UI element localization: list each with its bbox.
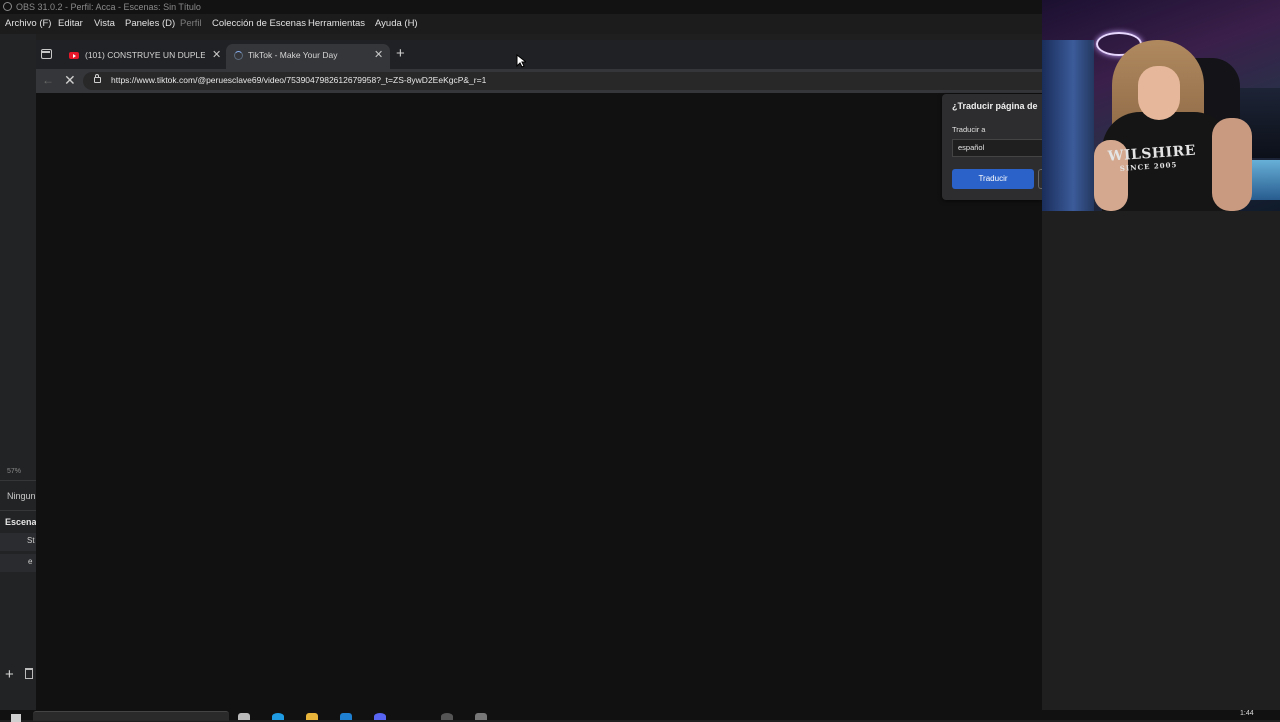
obs-logo-icon [3, 2, 12, 11]
person-arm-tattooed [1212, 118, 1252, 211]
browser-toolbar: ← ✕ https://www.tiktok.com/@peruesclave6… [36, 69, 1042, 93]
menu-perfil[interactable]: Perfil [180, 14, 202, 34]
youtube-icon [69, 52, 79, 59]
menu-ayuda[interactable]: Ayuda (H) [375, 14, 418, 34]
app-icon[interactable] [475, 713, 487, 720]
preview-zoom-label: 57% [7, 468, 22, 475]
page-content-area[interactable] [36, 93, 1042, 720]
task-view-icon[interactable] [238, 713, 250, 720]
remove-scene-icon[interactable] [25, 668, 33, 679]
scene-list-item[interactable]: e [0, 554, 36, 572]
clock-time: 1:44 [1240, 710, 1254, 717]
add-scene-button[interactable]: + [5, 667, 14, 682]
close-tab-icon[interactable]: ✕ [374, 48, 383, 61]
scene-list-item[interactable]: St [0, 533, 36, 551]
language-select[interactable]: español [952, 139, 1042, 157]
scene-item-label: e [28, 557, 33, 566]
divider [0, 480, 36, 481]
new-tab-icon[interactable]: + [396, 46, 405, 61]
browser-window: (101) CONSTRUYE UN DUPLEX EN ✕ TikTok - … [36, 40, 1042, 720]
edge-icon[interactable] [272, 713, 284, 720]
tab-search-icon[interactable] [41, 49, 52, 59]
menu-herramientas[interactable]: Herramientas [308, 14, 365, 34]
tab-strip: (101) CONSTRUYE UN DUPLEX EN ✕ TikTok - … [36, 40, 1042, 69]
scenes-dock-header: Escena [5, 517, 36, 527]
site-info-icon[interactable] [94, 74, 101, 83]
tab-tiktok[interactable]: TikTok - Make Your Day ✕ [226, 44, 390, 69]
menu-vista[interactable]: Vista [94, 14, 115, 34]
obs-left-dock [0, 34, 36, 720]
menu-editar[interactable]: Editar [58, 14, 83, 34]
obs-taskbar-icon[interactable] [441, 713, 453, 720]
back-arrow-icon[interactable]: ← [42, 73, 54, 87]
mouse-cursor-icon [516, 54, 526, 68]
url-text[interactable]: https://www.tiktok.com/@peruesclave69/vi… [111, 75, 486, 85]
store-icon[interactable] [340, 713, 352, 720]
tab-title: (101) CONSTRUYE UN DUPLEX EN [85, 50, 205, 60]
source-select[interactable]: Ningun [7, 491, 35, 501]
menu-paneles[interactable]: Paneles (D) [125, 14, 175, 34]
webcam-overlay: WILSHIRE SINCE 2005 [1042, 0, 1280, 211]
translate-to-label: Traducir a [952, 125, 986, 134]
address-bar[interactable]: https://www.tiktok.com/@peruesclave69/vi… [83, 72, 1042, 90]
language-value: español [958, 143, 985, 152]
person-face [1138, 66, 1180, 120]
taskbar: 1:44 [0, 710, 1280, 722]
tab-youtube[interactable]: (101) CONSTRUYE UN DUPLEX EN ✕ [64, 44, 226, 69]
obs-window-title: OBS 31.0.2 - Perfil: Acca - Escenas: Sin… [16, 2, 201, 12]
translate-title: ¿Traducir página de [952, 101, 1038, 111]
loading-spinner-icon [234, 51, 243, 60]
translate-button[interactable]: Traducir [952, 169, 1034, 189]
menu-archivo[interactable]: Archivo (F) [5, 14, 51, 34]
translate-popup: ¿Traducir página de Traducir a español T… [942, 94, 1042, 200]
close-tab-icon[interactable]: ✕ [212, 48, 221, 61]
divider [0, 510, 36, 511]
scene-item-label: St [27, 536, 35, 545]
discord-icon[interactable] [374, 713, 386, 720]
start-icon[interactable] [11, 714, 21, 722]
menu-coleccion-escenas[interactable]: Colección de Escenas [212, 14, 306, 34]
file-explorer-icon[interactable] [306, 713, 318, 720]
tab-title: TikTok - Make Your Day [248, 50, 338, 60]
background-panel [1042, 40, 1094, 211]
stop-loading-icon[interactable]: ✕ [64, 72, 76, 89]
